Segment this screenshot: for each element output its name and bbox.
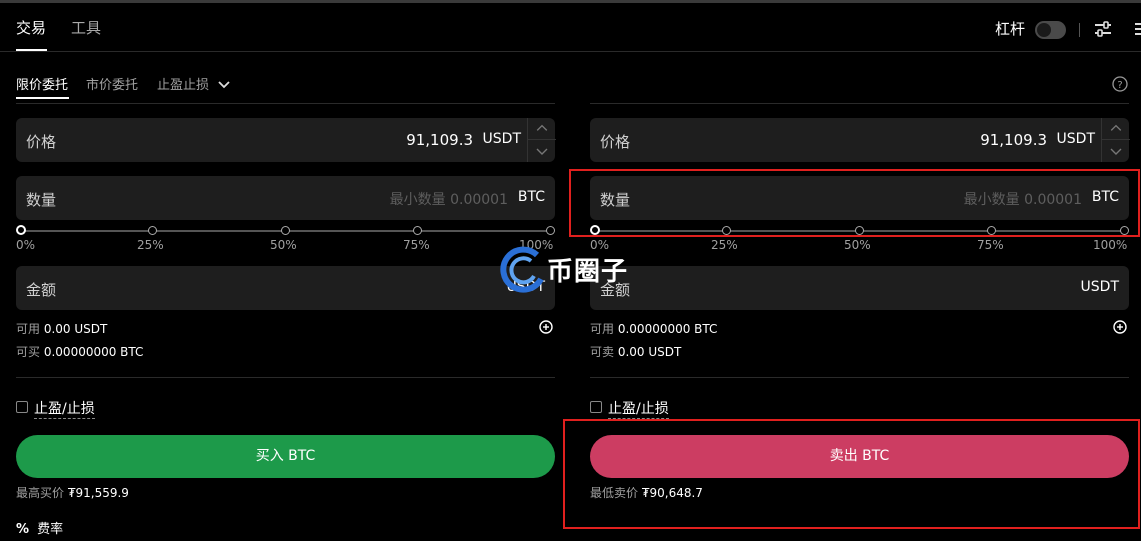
header-bar: 交易 工具 杠杆 bbox=[0, 3, 1141, 52]
header-separator bbox=[1079, 23, 1080, 37]
add-funds-icon[interactable] bbox=[1113, 320, 1127, 334]
chevron-down-icon[interactable] bbox=[528, 140, 556, 162]
sell-amount-unit: USDT bbox=[1080, 279, 1119, 295]
leverage-toggle[interactable] bbox=[1035, 21, 1066, 39]
buy-price-value: 91,109.3 bbox=[406, 131, 473, 149]
buy-amount-label: 金额 bbox=[26, 281, 57, 299]
slider-tick-label: 50% bbox=[270, 238, 297, 252]
sliders-icon[interactable] bbox=[1093, 20, 1113, 38]
svg-text:?: ? bbox=[1117, 80, 1122, 91]
sell-amount-field[interactable]: 金额 USDT bbox=[590, 266, 1129, 310]
sell-price-stepper bbox=[1101, 118, 1130, 162]
buy-quantity-unit: BTC bbox=[517, 189, 545, 205]
percent-icon: % bbox=[16, 522, 30, 537]
slider-stop-25[interactable] bbox=[148, 226, 157, 235]
sell-price-value: 91,109.3 bbox=[980, 131, 1047, 149]
buy-can-buy: 可买 0.00000000 BTC bbox=[16, 343, 143, 360]
sell-price-unit: USDT bbox=[1056, 131, 1095, 147]
slider-tick-label: 25% bbox=[137, 238, 164, 252]
buy-price-label: 价格 bbox=[26, 133, 57, 151]
chevron-up-icon[interactable] bbox=[528, 118, 556, 140]
buy-best-price-value: ₮91,559.9 bbox=[67, 486, 129, 500]
buy-tpsl-checkbox[interactable] bbox=[16, 401, 28, 413]
slider-tick-label: 100% bbox=[1093, 238, 1128, 252]
buy-divider bbox=[16, 377, 555, 378]
toggle-knob bbox=[1037, 23, 1051, 37]
sell-available-label: 可用 bbox=[590, 322, 615, 336]
buy-percent-slider[interactable]: 0% 25% 50% 75% 100% bbox=[16, 218, 555, 252]
sell-available-value: 0.00000000 BTC bbox=[617, 322, 718, 336]
buy-price-stepper bbox=[527, 118, 556, 162]
fee-rate-label: 费率 bbox=[37, 522, 64, 537]
buy-price-unit: USDT bbox=[482, 131, 521, 147]
slider-stop-50[interactable] bbox=[281, 226, 290, 235]
order-type-market[interactable]: 市价委托 bbox=[86, 74, 138, 93]
buy-can-label: 可买 bbox=[16, 345, 41, 359]
slider-tick-label: 75% bbox=[977, 238, 1004, 252]
sell-can-sell: 可卖 0.00 USDT bbox=[590, 343, 681, 360]
sell-can-label: 可卖 bbox=[590, 345, 615, 359]
buy-price-field[interactable]: 价格 91,109.3 USDT bbox=[16, 118, 556, 162]
menu-icon[interactable] bbox=[1133, 21, 1141, 37]
leverage-label: 杠杆 bbox=[995, 20, 1026, 38]
watermark-logo-icon bbox=[500, 246, 544, 293]
watermark-text: 币圈子 bbox=[547, 257, 629, 287]
slider-tick-label: 0% bbox=[16, 238, 36, 252]
slider-tick-label: 75% bbox=[403, 238, 430, 252]
highlight-quantity-box bbox=[569, 169, 1140, 237]
tab-tools[interactable]: 工具 bbox=[71, 17, 101, 38]
order-type-underline bbox=[16, 97, 69, 99]
chevron-down-icon bbox=[218, 81, 230, 89]
order-type-divider-right bbox=[590, 103, 1129, 104]
chevron-down-icon[interactable] bbox=[1102, 140, 1130, 162]
sell-tpsl-label[interactable]: 止盈/止损 bbox=[608, 398, 669, 419]
buy-quantity-label: 数量 bbox=[26, 191, 57, 209]
sell-can-value: 0.00 USDT bbox=[617, 345, 682, 359]
tab-active-underline bbox=[16, 49, 47, 51]
buy-best-price: 最高买价 ₮91,559.9 bbox=[16, 484, 129, 501]
buy-btc-button[interactable]: 买入 BTC bbox=[16, 435, 555, 478]
order-type-tpsl[interactable]: 止盈止损 bbox=[157, 74, 230, 93]
buy-available-label: 可用 bbox=[16, 322, 41, 336]
order-type-divider bbox=[16, 103, 555, 104]
order-type-tpsl-label: 止盈止损 bbox=[157, 78, 210, 93]
add-funds-icon[interactable] bbox=[539, 320, 553, 334]
watermark: 币圈子 bbox=[497, 245, 647, 295]
order-type-limit[interactable]: 限价委托 bbox=[16, 74, 68, 93]
slider-handle[interactable] bbox=[16, 225, 26, 235]
sell-price-field[interactable]: 价格 91,109.3 USDT bbox=[590, 118, 1130, 162]
chevron-up-icon[interactable] bbox=[1102, 118, 1130, 140]
help-icon[interactable]: ? bbox=[1112, 76, 1128, 92]
buy-quantity-field[interactable]: 数量 最小数量 0.00001 BTC bbox=[16, 176, 555, 220]
buy-can-value: 0.00000000 BTC bbox=[43, 345, 144, 359]
sell-price-label: 价格 bbox=[600, 133, 631, 151]
buy-best-price-label: 最高买价 bbox=[16, 486, 65, 500]
slider-stop-75[interactable] bbox=[413, 226, 422, 235]
buy-tpsl-label[interactable]: 止盈/止损 bbox=[34, 398, 95, 419]
buy-available: 可用 0.00 USDT bbox=[16, 320, 107, 337]
fee-rate-link[interactable]: % 费率 bbox=[16, 518, 63, 537]
tab-trade[interactable]: 交易 bbox=[16, 17, 46, 38]
highlight-sell-box bbox=[563, 419, 1140, 529]
slider-stop-100[interactable] bbox=[546, 226, 555, 235]
sell-tpsl-checkbox[interactable] bbox=[590, 401, 602, 413]
sell-divider bbox=[590, 377, 1129, 378]
slider-tick-label: 25% bbox=[711, 238, 738, 252]
buy-quantity-placeholder: 最小数量 0.00001 bbox=[389, 192, 508, 208]
sell-available: 可用 0.00000000 BTC bbox=[590, 320, 717, 337]
buy-available-value: 0.00 USDT bbox=[43, 322, 108, 336]
buy-amount-field[interactable]: 金额 USDT bbox=[16, 266, 555, 310]
slider-tick-label: 50% bbox=[844, 238, 871, 252]
